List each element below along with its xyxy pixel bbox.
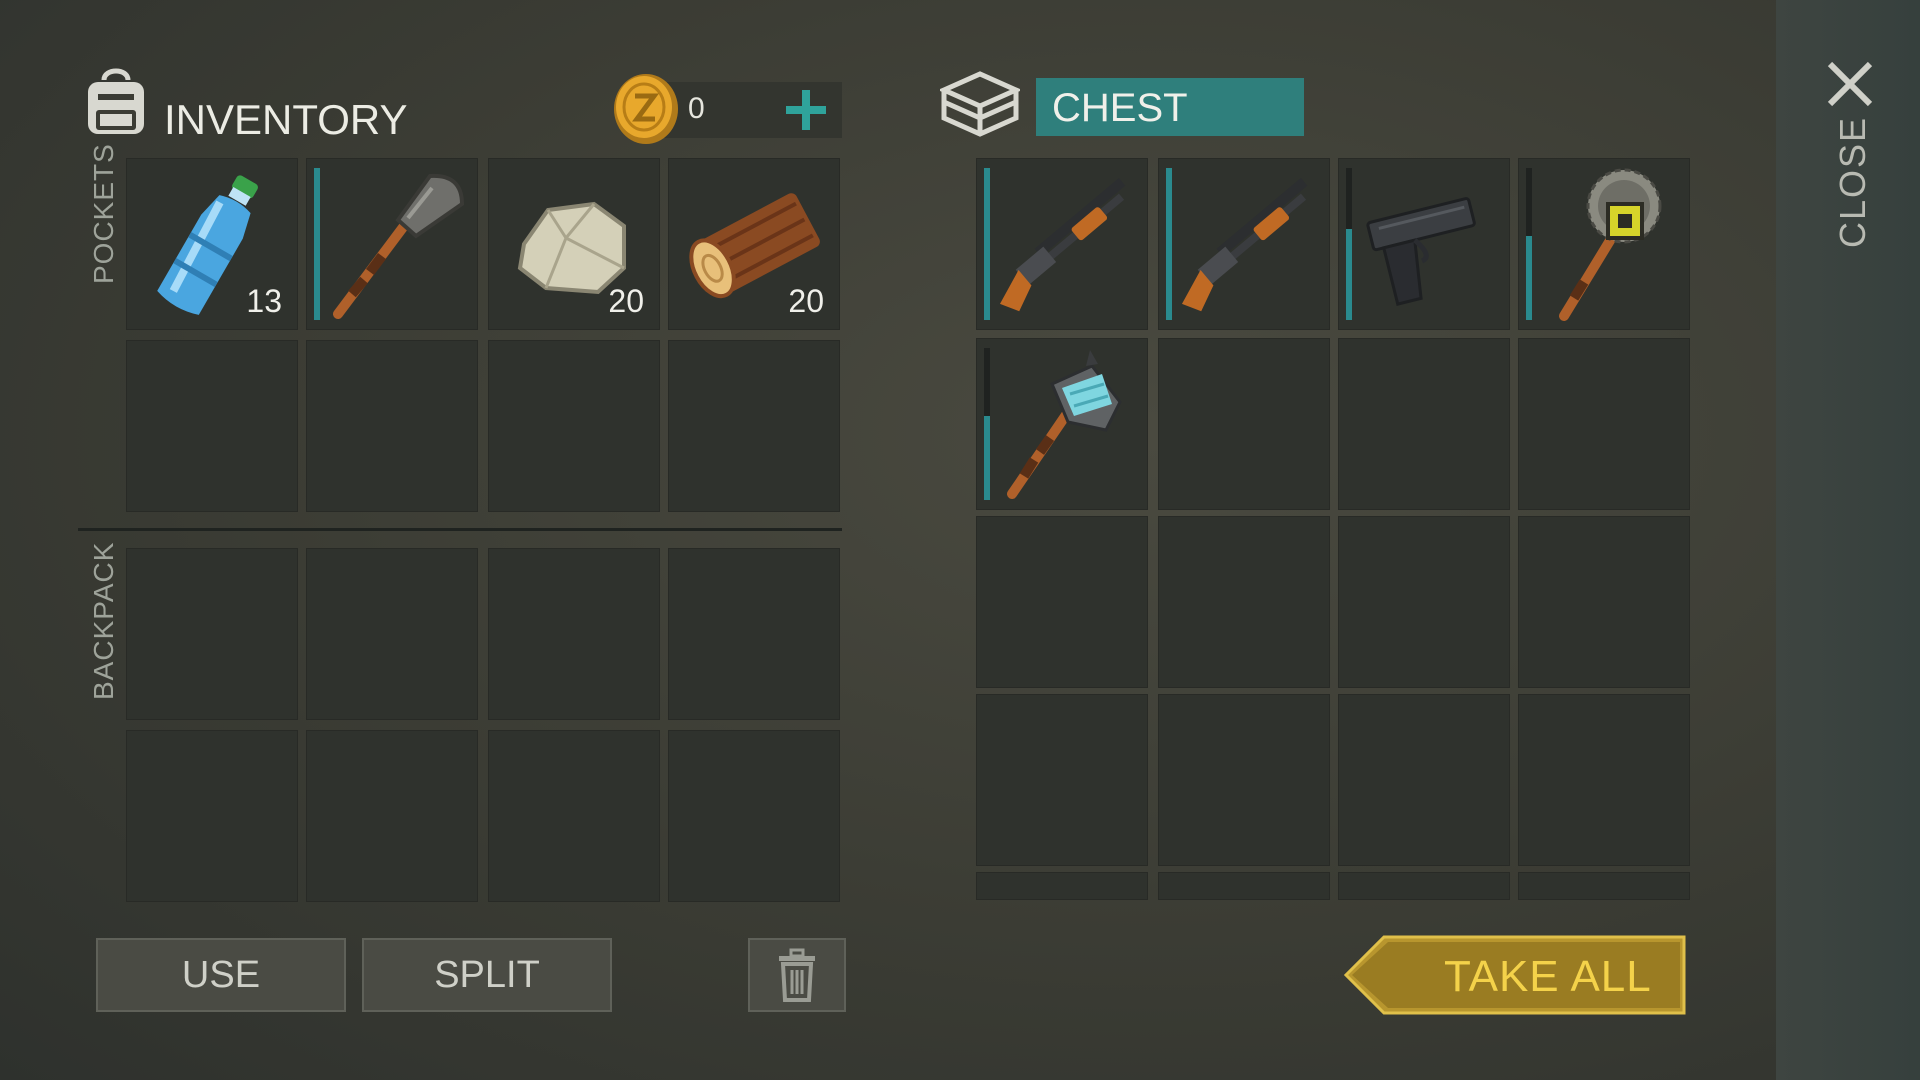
chest-slot-6[interactable] [1158,338,1330,510]
pocket-slot-8[interactable] [668,340,840,512]
chest-slot-15[interactable] [1338,694,1510,866]
stone-hammer-icon [1007,350,1122,499]
chest-slot-1[interactable] [976,158,1148,330]
chest-slot-5[interactable] [976,338,1148,510]
chest-slot-19[interactable] [1338,872,1510,900]
backpack-icon [80,64,152,138]
section-divider [78,528,842,531]
shovel-icon [333,173,465,319]
add-coins-button[interactable] [780,84,832,136]
shotgun-icon [999,177,1126,312]
chest-title: CHEST [1052,86,1188,130]
chest-slot-11[interactable] [1338,516,1510,688]
backpack-slot-1[interactable] [126,548,298,720]
shotgun-icon [1181,177,1308,312]
close-label: CLOSE [1832,115,1873,248]
chest-slot-16[interactable] [1518,694,1690,866]
plus-icon [786,90,826,130]
pocket-slot-1[interactable]: 13 [126,158,298,330]
backpack-slot-2[interactable] [306,548,478,720]
pockets-label: POCKETS [88,143,119,284]
chest-slot-17[interactable] [976,872,1148,900]
trash-button[interactable] [748,938,846,1012]
backpack-slot-8[interactable] [668,730,840,902]
chest-slot-3[interactable] [1338,158,1510,330]
chest-slot-8[interactable] [1518,338,1690,510]
chest-slot-7[interactable] [1338,338,1510,510]
chest-slot-10[interactable] [1158,516,1330,688]
item-quantity: 20 [788,283,824,319]
chest-slot-2[interactable] [1158,158,1330,330]
take-all-button[interactable]: TAKE ALL [1340,934,1688,1016]
chest-slot-18[interactable] [1158,872,1330,900]
pocket-slot-2[interactable] [306,158,478,330]
take-all-label: TAKE ALL [1444,952,1652,1001]
chest-slot-13[interactable] [976,694,1148,866]
pocket-slot-5[interactable] [126,340,298,512]
use-button[interactable]: USE [96,938,346,1012]
chest-slot-4[interactable] [1518,158,1690,330]
pocket-slot-4[interactable]: 20 [668,158,840,330]
item-quantity: 13 [246,283,282,319]
trash-icon [779,948,815,1002]
backpack-slot-5[interactable] [126,730,298,902]
item-quantity: 20 [608,283,644,319]
chest-slot-20[interactable] [1518,872,1690,900]
coin-count: 0 [688,92,705,125]
backpack-slot-3[interactable] [488,548,660,720]
backpack-slot-7[interactable] [488,730,660,902]
chest-icon [937,66,1023,140]
backpack-label: BACKPACK [88,541,119,700]
backpack-slot-4[interactable] [668,548,840,720]
pocket-slot-6[interactable] [306,340,478,512]
pocket-slot-3[interactable]: 20 [488,158,660,330]
chest-slot-12[interactable] [1518,516,1690,688]
inventory-title: INVENTORY [164,96,408,143]
pocket-slot-7[interactable] [488,340,660,512]
chest-slot-9[interactable] [976,516,1148,688]
saw-blade-mace-icon [1559,168,1662,321]
close-icon [1827,61,1873,107]
close-button[interactable]: CLOSE [1820,50,1880,250]
coin-icon [612,72,680,146]
pistol-icon [1366,197,1476,306]
backpack-slot-6[interactable] [306,730,478,902]
chest-slot-14[interactable] [1158,694,1330,866]
split-button[interactable]: SPLIT [362,938,612,1012]
